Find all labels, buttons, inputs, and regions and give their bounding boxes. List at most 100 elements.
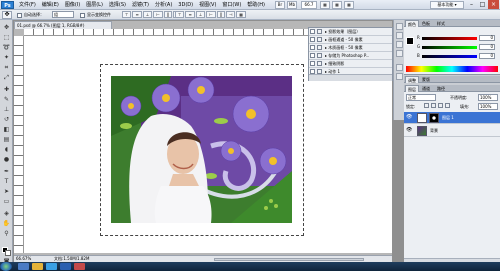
action-row[interactable]: ▸ 存储为 Photoshop P... [309,52,392,60]
arrange-docs-button[interactable]: ▦ [332,1,342,9]
menu-layer[interactable]: 图层(L) [85,0,104,10]
tab-color[interactable]: 颜色 [405,20,419,27]
maximize-icon[interactable]: □ [477,0,488,9]
opacity-input[interactable]: 100% [478,94,498,101]
action-row[interactable]: ▸ 画框通道 - 50 像素 [309,36,392,44]
g-slider[interactable]: G 0 [417,44,499,50]
blend-mode-select[interactable]: 正常 [406,94,436,101]
distribute-left-icon[interactable]: ⊢ [206,11,216,18]
screen-mode-button[interactable]: ▦ [344,1,354,9]
horizontal-scrollbar[interactable] [214,258,364,261]
align-vcenter-icon[interactable]: ≡ [132,11,142,18]
close-icon[interactable]: × [488,0,499,9]
taskbar-app-icon[interactable] [60,263,71,270]
menu-analysis[interactable]: 分析(A) [154,0,173,10]
move-tool-icon[interactable]: ✥ [2,24,11,32]
menu-image[interactable]: 图像(I) [64,0,81,10]
auto-select-dropdown[interactable]: 组 [52,11,74,18]
r-slider[interactable]: R 0 [417,35,499,41]
menu-file[interactable]: 文件(F) [18,0,37,10]
background-color-swatch[interactable] [5,250,11,256]
bride-flowers-photo[interactable] [111,76,292,223]
actions-panel-icon[interactable] [396,32,403,39]
distribute-hcenter-icon[interactable]: ‖ [216,11,225,18]
zoom-tool-icon[interactable]: ⚲ [2,230,11,238]
menu-window[interactable]: 窗口(W) [221,0,242,10]
taskbar-app-icon[interactable] [46,263,57,270]
eye-icon[interactable]: 👁 [406,128,412,133]
dodge-tool-icon[interactable]: ● [2,156,11,164]
start-button-icon[interactable] [0,262,12,271]
marquee-tool-icon[interactable]: ⬚ [2,34,11,42]
clone-stamp-tool-icon[interactable]: ⊥ [2,106,11,114]
eyedropper-tool-icon[interactable]: ⤢ [2,74,11,82]
menu-select[interactable]: 选择(S) [108,0,127,10]
tab-masks[interactable]: 蒙版 [420,76,432,83]
align-top-icon[interactable]: ⊤ [122,11,132,18]
action-row[interactable]: ▸ 投影效果（图层） [309,28,392,36]
gradient-tool-icon[interactable]: ▤ [2,136,11,144]
menu-3d[interactable]: 3D(D) [177,0,194,10]
color-spectrum[interactable] [406,66,498,72]
menu-edit[interactable]: 编辑(E) [41,0,60,10]
navigator-panel-icon[interactable] [396,41,403,48]
move-tool-preset-icon[interactable]: ✥ [2,11,12,19]
lock-position-icon[interactable] [438,103,443,108]
lasso-tool-icon[interactable]: ➰ [2,44,11,52]
healing-brush-tool-icon[interactable]: ✚ [2,86,11,94]
menu-help[interactable]: 帮助(H) [246,0,266,10]
workspace-switcher[interactable]: 基本功能 ▾ [430,1,464,9]
hand-view-button[interactable]: ▦ [320,1,330,9]
menu-filter[interactable]: 滤镜(T) [131,0,150,10]
hand-tool-icon[interactable]: ✋ [2,220,11,228]
distribute-top-icon[interactable]: ⊤ [175,11,185,18]
magic-wand-tool-icon[interactable]: ✦ [2,54,11,62]
tab-styles[interactable]: 样式 [435,20,447,27]
fg-color-chip[interactable] [406,37,414,45]
taskbar-app-icon[interactable] [74,263,85,270]
lock-pixels-icon[interactable] [431,103,436,108]
distribute-bottom-icon[interactable]: ⊥ [195,11,206,18]
menu-view[interactable]: 视图(V) [198,0,217,10]
history-panel-icon[interactable] [396,23,403,30]
tab-paths[interactable]: 路径 [435,85,447,92]
type-tool-icon[interactable]: T [2,178,11,186]
tab-swatches[interactable]: 色板 [420,20,432,27]
path-selection-tool-icon[interactable]: ➤ [2,188,11,196]
lock-all-icon[interactable] [445,103,450,108]
action-row[interactable]: ▸ 细致阴影 [309,60,392,68]
eraser-tool-icon[interactable]: ◧ [2,126,11,134]
history-brush-tool-icon[interactable]: ↺ [2,116,11,124]
minimize-icon[interactable]: – [466,0,477,9]
shape-tool-icon[interactable]: ▭ [2,198,11,206]
taskbar-app-icon[interactable] [18,263,29,270]
show-transform-checkbox[interactable] [80,13,85,18]
b-slider[interactable]: B 0 [417,53,499,59]
character-panel-icon[interactable] [396,64,403,71]
info-panel-icon[interactable] [396,50,403,57]
align-left-icon[interactable]: ⊢ [153,11,163,18]
fill-input[interactable]: 100% [478,103,498,110]
distribute-right-icon[interactable]: ⊣ [225,11,236,18]
action-row[interactable]: ▸ 木质画框 - 50 像素 [309,44,392,52]
zoom-level-select[interactable]: 66.7 [301,1,317,9]
tab-adjustments[interactable]: 调整 [405,76,419,83]
bridge-button[interactable]: Br [275,1,285,9]
eye-icon[interactable]: 👁 [406,115,412,120]
paragraph-panel-icon[interactable] [396,73,403,80]
align-bottom-icon[interactable]: ⊥ [142,11,153,18]
brush-tool-icon[interactable]: ✎ [2,96,11,104]
layer-row[interactable]: 👁 图层 1 [404,112,500,124]
3d-rotate-tool-icon[interactable]: ◈ [2,210,11,218]
lock-transparent-icon[interactable] [424,103,429,108]
crop-tool-icon[interactable]: ⌗ [2,64,11,72]
layer-row[interactable]: 👁 背景 [404,125,500,137]
tab-channels[interactable]: 通道 [420,85,432,92]
taskbar-app-icon[interactable] [32,263,43,270]
layer-mask-thumbnail[interactable] [429,113,439,123]
layer-name[interactable]: 图层 1 [442,112,454,124]
document-tab[interactable]: 01.psd @ 66.7% (图层 1, RGB/8#) [14,21,112,29]
distribute-vcenter-icon[interactable]: ≡ [185,11,195,18]
align-hcenter-icon[interactable]: ‖ [163,11,172,18]
blur-tool-icon[interactable]: ◖ [2,146,11,154]
